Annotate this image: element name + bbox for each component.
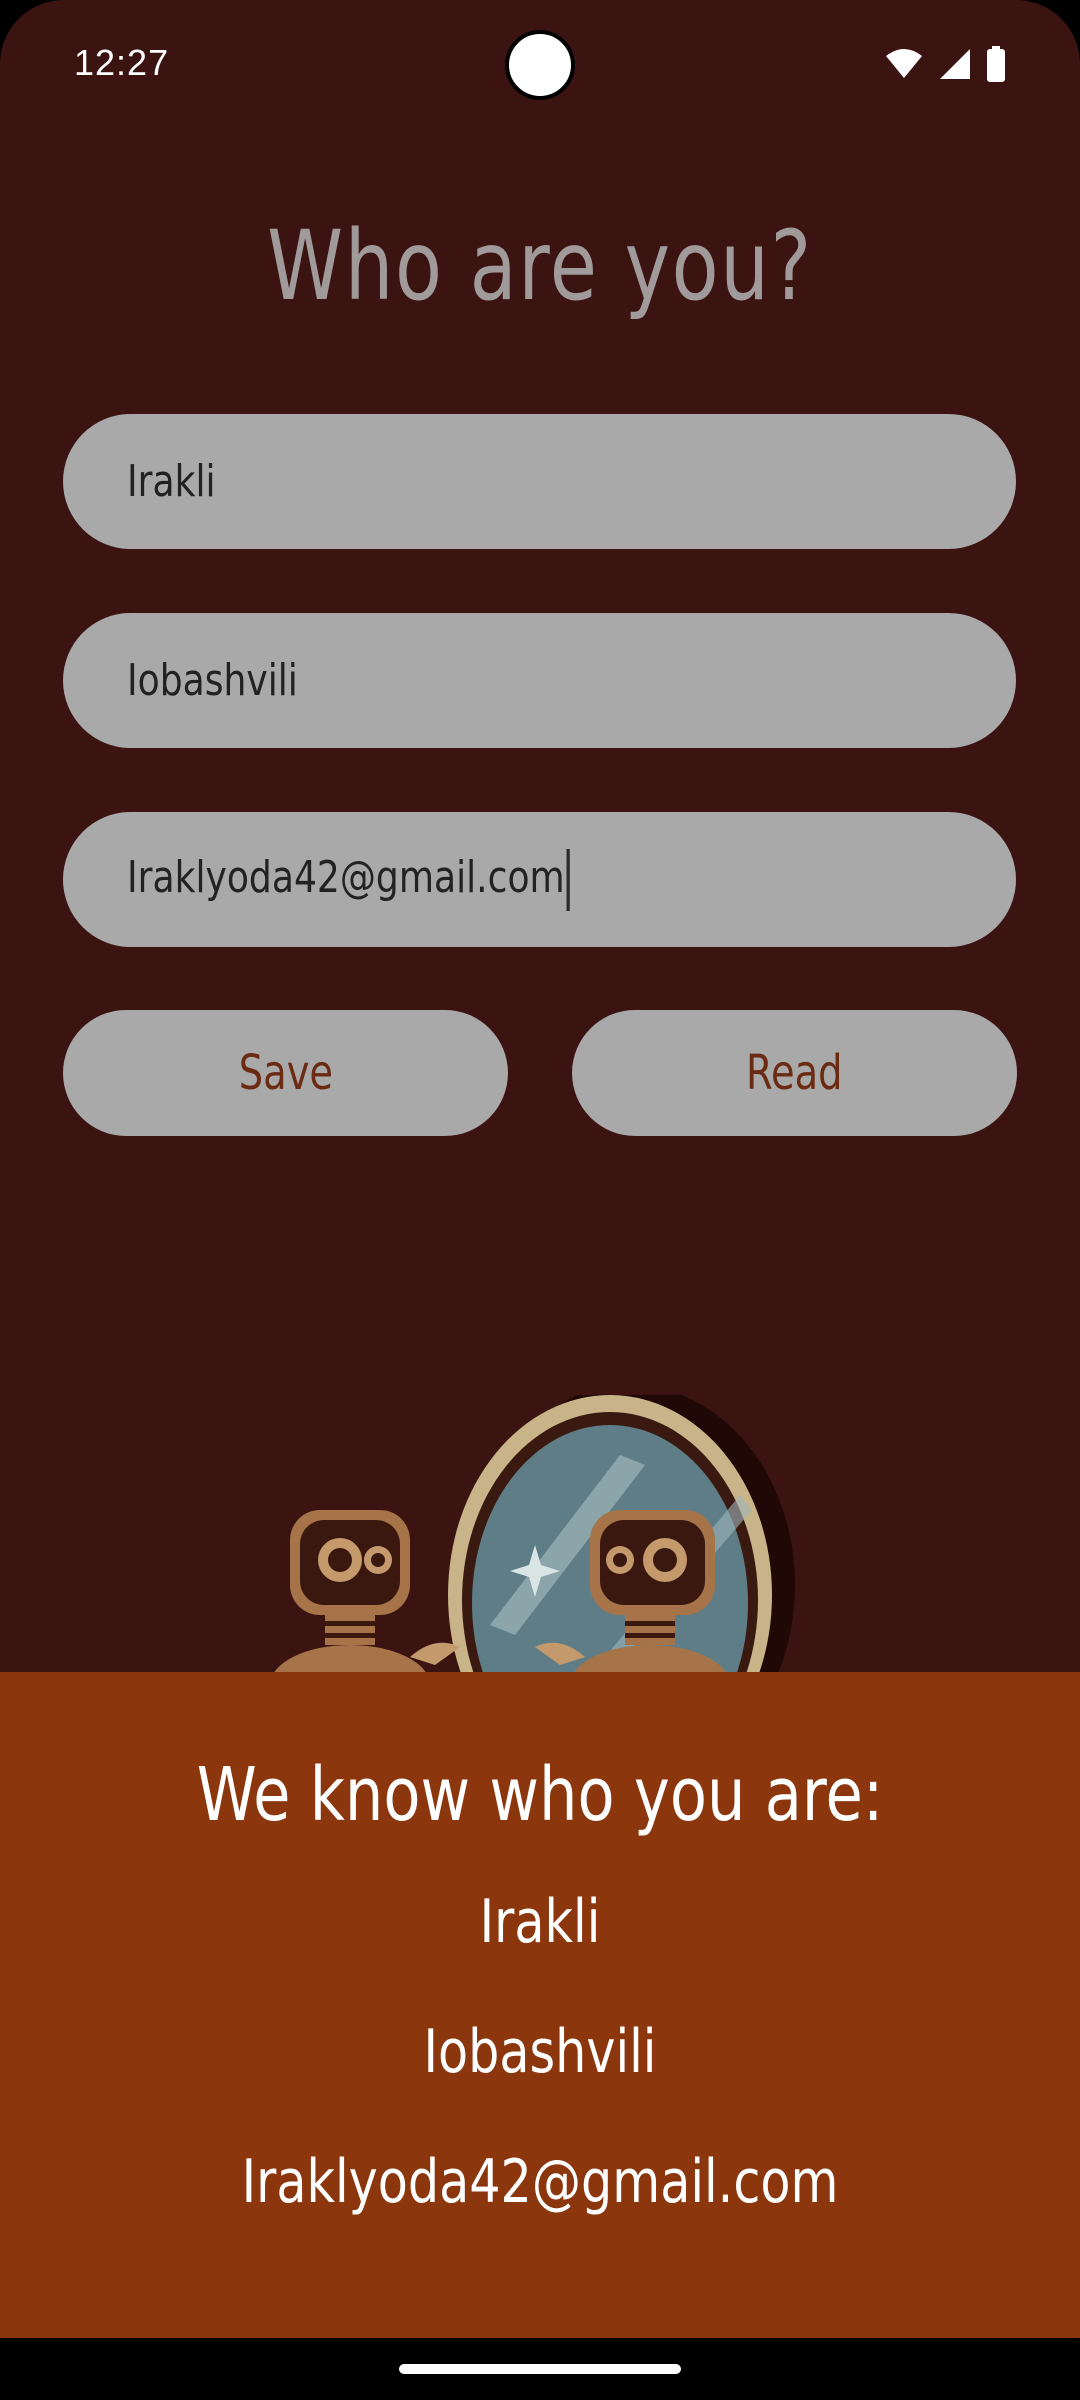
last-name-field[interactable]: Iobashvili <box>63 613 1016 748</box>
first-name-value: Irakli <box>127 456 216 507</box>
save-button[interactable]: Save <box>63 1010 508 1136</box>
email-field[interactable]: Iraklyoda42@gmail.com <box>63 812 1016 947</box>
result-last-name: Iobashvili <box>423 2017 657 2087</box>
email-value: Iraklyoda42@gmail.com <box>127 851 565 903</box>
page-title: Who are you? <box>267 210 813 322</box>
status-icons <box>884 44 1006 84</box>
result-first-name: Irakli <box>479 1887 601 1957</box>
text-cursor <box>566 848 570 911</box>
signal-icon <box>940 49 970 79</box>
app-screen: 12:27 Who are you? Irakli Iobashvili Ira… <box>0 0 1080 2400</box>
last-name-value: Iobashvili <box>127 655 298 706</box>
home-indicator[interactable] <box>399 2364 681 2374</box>
save-button-label: Save <box>238 1045 333 1101</box>
read-button-label: Read <box>746 1045 843 1101</box>
robot-mirror-illustration <box>272 1395 795 1675</box>
status-time: 12:27 <box>74 42 170 83</box>
battery-icon <box>987 46 1005 82</box>
result-email: Iraklyoda42@gmail.com <box>241 2147 839 2217</box>
first-name-field[interactable]: Irakli <box>63 414 1016 549</box>
robot-left <box>272 1510 460 1675</box>
read-button[interactable]: Read <box>572 1010 1017 1136</box>
result-title: We know who you are: <box>196 1752 884 1838</box>
front-camera-cutout <box>505 30 575 100</box>
email-value-wrap: Iraklyoda42@gmail.com <box>127 848 570 911</box>
wifi-icon <box>886 49 922 78</box>
result-panel: We know who you are: Irakli Iobashvili I… <box>0 1672 1080 2338</box>
